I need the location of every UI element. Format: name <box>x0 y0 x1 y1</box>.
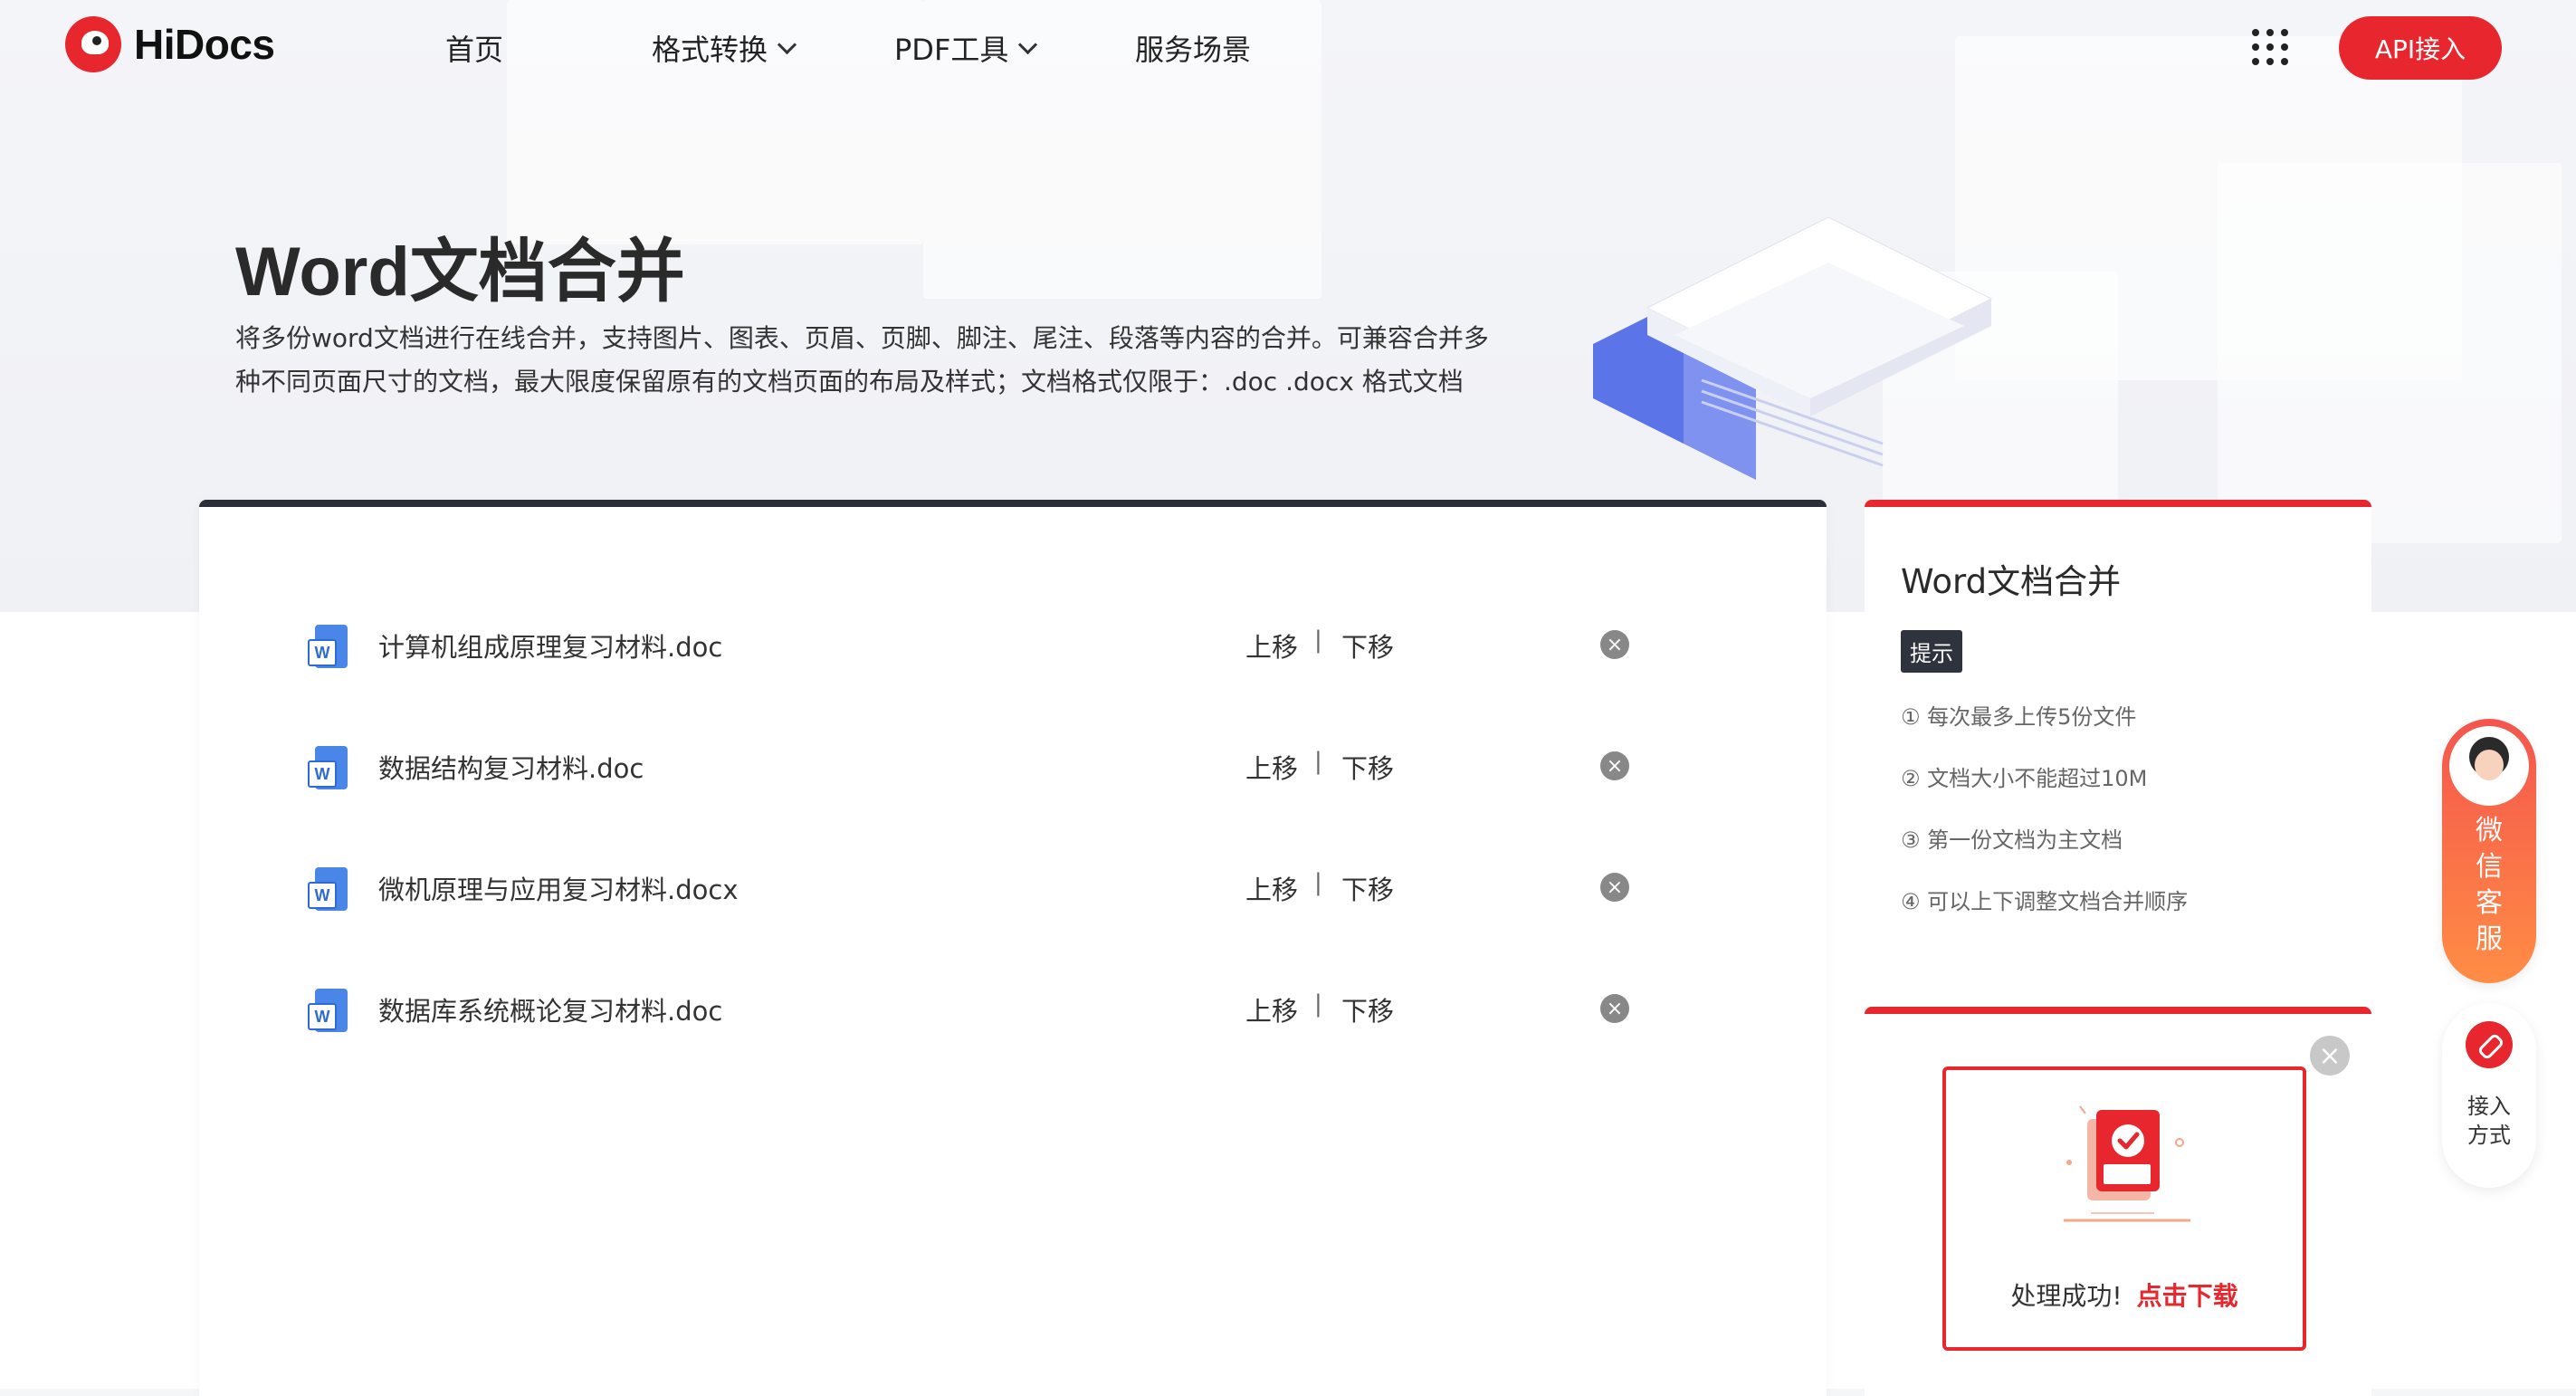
wechat-support-label: 微 信 客 服 <box>2442 813 2536 958</box>
remove-file-icon[interactable]: × <box>1600 994 1629 1023</box>
close-icon[interactable]: × <box>2310 1036 2350 1076</box>
description-line-1: 将多份word文档进行在线合并，支持图片、图表、页眉、页脚、脚注、尾注、段落等内… <box>235 323 1489 353</box>
link-icon <box>2466 1021 2513 1068</box>
move-up-button[interactable]: 上移 <box>1245 626 1298 665</box>
separator: | <box>1314 990 1322 1018</box>
label-line: 方式 <box>2467 1123 2511 1148</box>
api-access-button[interactable]: API接入 <box>2339 16 2502 80</box>
grid-dots-icon[interactable] <box>2252 29 2288 65</box>
word-file-icon: W <box>308 746 348 791</box>
word-file-icon: W <box>308 989 348 1034</box>
move-down-button[interactable]: 下移 <box>1341 869 1394 907</box>
tip-item: ④ 可以上下调整文档合并顺序 <box>1901 889 2189 914</box>
remove-file-icon[interactable]: × <box>1600 873 1629 902</box>
label-char: 客 <box>2476 887 2503 919</box>
word-file-icon: W <box>308 625 348 670</box>
move-up-button[interactable]: 上移 <box>1245 869 1298 907</box>
file-name: 数据结构复习材料.doc <box>378 753 644 784</box>
access-method-button[interactable]: 接入 方式 <box>2442 1003 2536 1188</box>
chevron-down-icon <box>1018 34 1038 54</box>
file-list-panel: W 计算机组成原理复习材料.doc 上移 | 下移 × W 数据结构复习材料.d… <box>199 500 1827 1396</box>
label-line: 接入 <box>2467 1094 2511 1119</box>
top-navbar: HiDocs 首页 格式转换 PDF工具 服务场景 API接入 <box>0 0 2576 98</box>
nav-home[interactable]: 首页 <box>445 27 503 69</box>
file-name: 微机原理与应用复习材料.docx <box>378 875 739 905</box>
nav-home-label: 首页 <box>445 33 504 67</box>
tip-item: ① 每次最多上传5份文件 <box>1901 704 2137 730</box>
nav-format-convert-label: 格式转换 <box>652 33 768 67</box>
file-name: 计算机组成原理复习材料.doc <box>378 632 723 663</box>
move-up-button[interactable]: 上移 <box>1245 990 1298 1028</box>
chevron-down-icon <box>777 34 797 54</box>
success-message: 处理成功! 点击下载 <box>1946 1276 2303 1313</box>
remove-file-icon[interactable]: × <box>1600 751 1629 780</box>
success-document-icon <box>2064 1105 2190 1222</box>
tip-item: ③ 第一份文档为主文档 <box>1901 827 2123 853</box>
file-row: W 计算机组成原理复习材料.doc 上移 | 下移 × <box>199 608 1827 681</box>
file-name: 数据库系统概论复习材料.doc <box>378 996 723 1027</box>
page-description: 将多份word文档进行在线合并，支持图片、图表、页眉、页脚、脚注、尾注、段落等内… <box>235 317 1503 404</box>
download-link[interactable]: 点击下载 <box>2137 1281 2238 1311</box>
separator: | <box>1314 748 1322 775</box>
tips-card: Word文档合并 提示 ① 每次最多上传5份文件 ② 文档大小不能超过10M ③… <box>1865 500 2371 999</box>
success-box: 处理成功! 点击下载 <box>1942 1066 2306 1351</box>
move-down-button[interactable]: 下移 <box>1341 626 1394 665</box>
success-status: 处理成功! <box>2010 1281 2123 1311</box>
word-file-icon: W <box>308 867 348 913</box>
nav-pdf-tools[interactable]: PDF工具 <box>894 27 1038 69</box>
move-up-button[interactable]: 上移 <box>1245 748 1298 786</box>
file-row: W 微机原理与应用复习材料.docx 上移 | 下移 × <box>199 851 1827 923</box>
tips-badge: 提示 <box>1901 630 1962 673</box>
page-title: Word文档合并 <box>235 234 685 311</box>
move-down-button[interactable]: 下移 <box>1341 748 1394 786</box>
access-method-label: 接入 方式 <box>2442 1092 2536 1150</box>
nav-scenarios-label: 服务场景 <box>1135 33 1252 67</box>
wechat-support-button[interactable]: 微 信 客 服 <box>2442 719 2536 983</box>
tips-card-title: Word文档合并 <box>1901 562 2122 601</box>
label-char: 服 <box>2476 923 2503 955</box>
file-row: W 数据库系统概论复习材料.doc 上移 | 下移 × <box>199 972 1827 1045</box>
logo-icon <box>65 16 121 72</box>
tip-item: ② 文档大小不能超过10M <box>1901 766 2148 791</box>
label-char: 微 <box>2476 815 2503 846</box>
description-line-2: 种不同页面尺寸的文档，最大限度保留原有的文档页面的布局及样式；文档格式仅限于：.… <box>235 367 1464 397</box>
remove-file-icon[interactable]: × <box>1600 630 1629 659</box>
separator: | <box>1314 626 1322 654</box>
avatar <box>2449 726 2529 806</box>
nav-pdf-tools-label: PDF工具 <box>894 33 1009 67</box>
brand-logo[interactable]: HiDocs <box>65 16 275 72</box>
nav-scenarios[interactable]: 服务场景 <box>1135 27 1251 69</box>
nav-format-convert[interactable]: 格式转换 <box>652 27 797 69</box>
file-row: W 数据结构复习材料.doc 上移 | 下移 × <box>199 730 1827 802</box>
label-char: 信 <box>2476 851 2503 883</box>
separator: | <box>1314 869 1322 896</box>
move-down-button[interactable]: 下移 <box>1341 990 1394 1028</box>
brand-name: HiDocs <box>134 21 275 68</box>
hero-illustration <box>1593 216 1993 480</box>
